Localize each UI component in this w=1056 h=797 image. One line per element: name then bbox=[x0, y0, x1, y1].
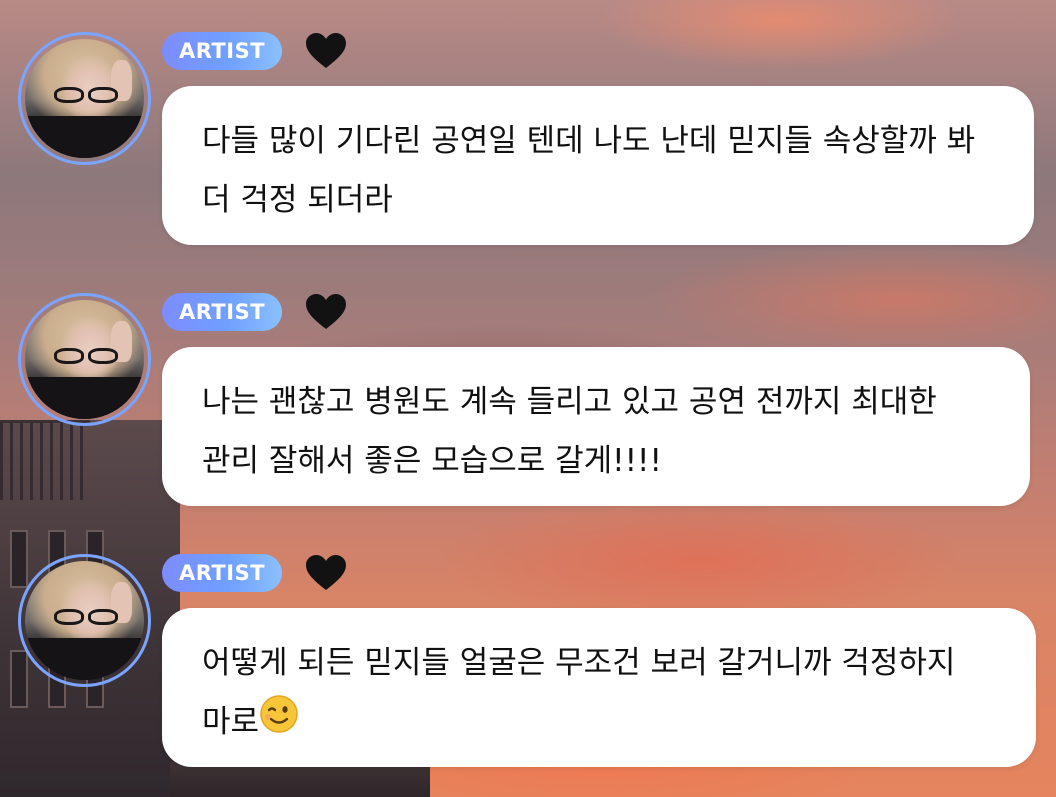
message-bubble: 어떻게 되든 믿지들 얼굴은 무조건 보러 갈거니까 걱정하지 마로 bbox=[162, 608, 1036, 767]
chat-message: ARTIST 나는 괜찮고 병원도 계속 들리고 있고 공연 전까지 최대한 관… bbox=[0, 261, 1056, 511]
artist-badge: ARTIST bbox=[162, 32, 282, 70]
black-heart-icon bbox=[303, 28, 349, 74]
message-bubble: 나는 괜찮고 병원도 계속 들리고 있고 공연 전까지 최대한 관리 잘해서 좋… bbox=[162, 347, 1030, 506]
artist-avatar[interactable] bbox=[18, 293, 151, 426]
artist-badge: ARTIST bbox=[162, 554, 282, 592]
black-heart-icon bbox=[303, 550, 349, 596]
artist-avatar[interactable] bbox=[18, 554, 151, 687]
message-text: 어떻게 되든 믿지들 얼굴은 무조건 보러 갈거니까 걱정하지 마로 bbox=[202, 645, 956, 740]
black-heart-icon bbox=[303, 289, 349, 335]
artist-avatar[interactable] bbox=[18, 32, 151, 165]
message-text: 나는 괜찮고 병원도 계속 들리고 있고 공연 전까지 최대한 관리 잘해서 좋… bbox=[202, 384, 937, 479]
chat-message: ARTIST 다들 많이 기다린 공연일 텐데 나도 난데 믿지들 속상할까 봐… bbox=[0, 0, 1056, 250]
chat-message: ARTIST 어떻게 되든 믿지들 얼굴은 무조건 보러 갈거니까 걱정하지 마… bbox=[0, 522, 1056, 772]
message-text-container: 어떻게 되든 믿지들 얼굴은 무조건 보러 갈거니까 걱정하지 마로 bbox=[202, 634, 1004, 754]
message-text: 다들 많이 기다린 공연일 텐데 나도 난데 믿지들 속상할까 봐 더 걱정 되… bbox=[202, 123, 976, 218]
artist-badge: ARTIST bbox=[162, 293, 282, 331]
message-bubble: 다들 많이 기다린 공연일 텐데 나도 난데 믿지들 속상할까 봐 더 걱정 되… bbox=[162, 86, 1034, 245]
winking-face-icon bbox=[259, 694, 299, 754]
